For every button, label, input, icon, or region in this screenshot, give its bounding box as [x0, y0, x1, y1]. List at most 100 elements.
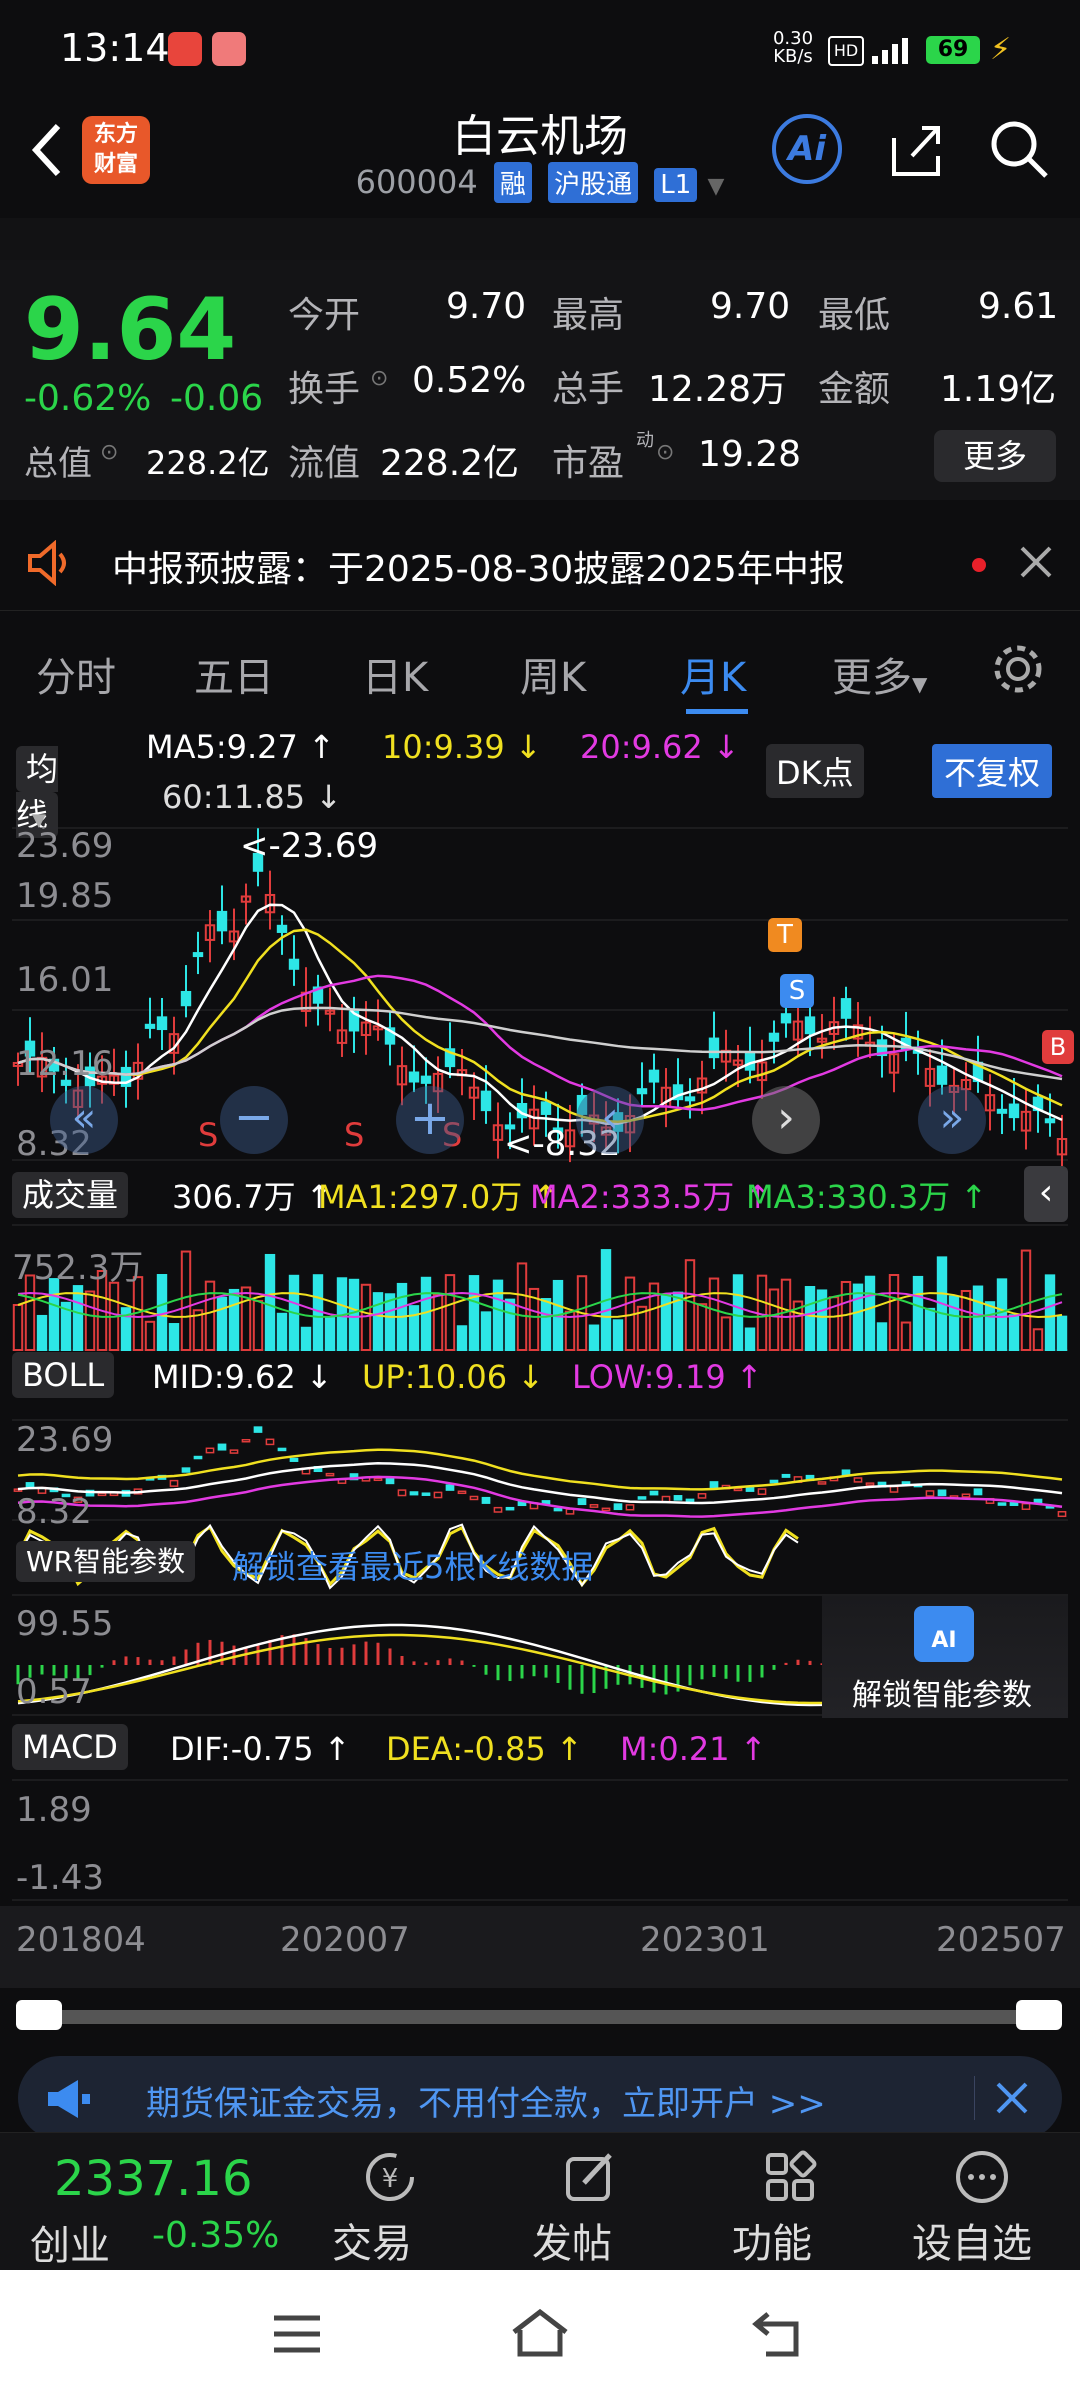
stock-code: 600004 [355, 163, 478, 201]
tab-daily-k[interactable]: 日K [362, 645, 428, 703]
next-button[interactable]: › [752, 1086, 820, 1154]
collapse-indicators-button[interactable]: ‹ [1024, 1166, 1068, 1222]
volume-bar [48, 1278, 60, 1352]
x-tick: 202301 [640, 1920, 770, 1960]
tab-weekly-k[interactable]: 周K [520, 645, 586, 703]
max-marker: <-23.69 [240, 826, 379, 866]
candle-body [420, 1075, 432, 1084]
boll-candle [769, 1479, 779, 1484]
tab-intraday[interactable]: 分时 [36, 645, 116, 703]
candle-body [648, 1069, 660, 1083]
boll-candle [757, 1488, 767, 1495]
boll-candle [445, 1484, 455, 1491]
close-icon[interactable] [992, 2078, 1032, 2118]
wr-y-min: 0.57 [16, 1672, 92, 1712]
low-label: 最低 [818, 295, 891, 336]
prev-button[interactable]: ‹ [576, 1086, 644, 1154]
signal-t-badge[interactable]: T [768, 918, 802, 952]
info-icon[interactable]: ⊙ [656, 440, 674, 465]
range-slider-track[interactable] [18, 2010, 1062, 2024]
x-tick: 201804 [16, 1920, 146, 1960]
volume-bar [924, 1307, 936, 1351]
news-banner[interactable]: 中报预披露：于2025-08-30披露2025年中报 [0, 520, 1080, 606]
candle-body [480, 1090, 492, 1112]
info-icon[interactable]: ⊙ [100, 440, 118, 465]
period-tabs: 分时 五日 日K 周K 月K 更多▼ [0, 610, 1080, 714]
volume-bar [504, 1298, 516, 1352]
tab-monthly-k[interactable]: 月K [680, 645, 746, 703]
zoom-in-button[interactable]: + [396, 1086, 464, 1154]
back-nav-icon[interactable] [752, 2310, 808, 2358]
macd-selector[interactable]: MACD [12, 1724, 128, 1770]
signal-s-badge[interactable]: S [780, 974, 814, 1008]
boll-candle [961, 1493, 971, 1498]
candle-body [804, 1016, 816, 1035]
candle-body [408, 1071, 420, 1083]
boll-candle [409, 1491, 419, 1496]
wr-selector[interactable]: WR智能参数 [16, 1540, 196, 1582]
boll-selector[interactable]: BOLL [12, 1352, 115, 1398]
add-watchlist-button[interactable]: 设自选 [910, 2143, 1060, 2267]
boll-candle [457, 1490, 467, 1495]
boll-candle [253, 1426, 263, 1433]
volume-bar [852, 1283, 864, 1352]
tag-margin: 融 [493, 162, 532, 203]
volume-selector[interactable]: 成交量 [12, 1170, 129, 1218]
change-abs: -0.06 [170, 378, 264, 419]
clock: 13:14 [60, 26, 170, 70]
share-icon[interactable] [886, 120, 946, 180]
wr-unlock-link[interactable]: 解锁查看最近5根K线数据 [232, 1542, 593, 1588]
sell-marker: S [344, 1116, 365, 1154]
boll-candle [865, 1482, 875, 1486]
post-button[interactable]: 发帖 [530, 2143, 650, 2267]
ai-button[interactable]: Ai [772, 114, 842, 184]
no-adjust-button[interactable]: 不复权 [932, 744, 1053, 798]
info-icon[interactable]: ⊙ [370, 366, 388, 391]
range-slider-right-handle[interactable] [1016, 2000, 1062, 2030]
bottom-toolbar: 2337.16 创业 -0.35% ¥ 交易 发帖 功能 设自选 [0, 2132, 1080, 2271]
pe-label: 市盈 [552, 443, 625, 484]
x-tick: 202007 [280, 1920, 410, 1960]
range-slider-left-handle[interactable] [16, 2000, 62, 2030]
scroll-left-button[interactable]: « [50, 1086, 118, 1154]
more-dots-icon [956, 2151, 1008, 2203]
menu-icon[interactable] [272, 2314, 322, 2354]
zoom-out-button[interactable]: − [220, 1086, 288, 1154]
volume-bar [228, 1288, 240, 1351]
search-icon[interactable] [988, 118, 1052, 182]
dk-point-button[interactable]: DK点 [766, 744, 864, 798]
volume-bar [324, 1317, 336, 1351]
volume-selector-label: 成交量 [12, 1172, 129, 1218]
stock-header: 东方 财富 白云机场 600004 融 沪股通 L1 ▼ Ai [0, 100, 1080, 220]
index-name[interactable]: 创业 [30, 2213, 110, 2271]
tab-more[interactable]: 更多▼ [832, 645, 927, 703]
boll-candle [817, 1481, 827, 1485]
float-value: 228.2亿 [380, 443, 520, 484]
functions-button[interactable]: 功能 [730, 2143, 850, 2267]
wr-selector-label: WR智能参数 [16, 1541, 196, 1582]
volume-bar [72, 1285, 84, 1352]
scroll-right-button[interactable]: » [918, 1086, 986, 1154]
signal-b-badge[interactable]: B [1042, 1030, 1074, 1064]
close-icon[interactable] [1016, 542, 1056, 582]
volume-bar [432, 1293, 444, 1351]
promo-banner[interactable]: 期货保证金交易，不用付全款，立即开户 >> [18, 2056, 1062, 2140]
settings-icon[interactable] [990, 641, 1046, 697]
index-value[interactable]: 2337.16 [54, 2151, 253, 2207]
volume-bar [696, 1303, 708, 1352]
boll-candle [277, 1447, 287, 1452]
tab-five-day[interactable]: 五日 [194, 645, 274, 703]
volume-y-max: 752.3万 [12, 1248, 144, 1288]
home-icon[interactable] [510, 2308, 570, 2358]
volume-bar [588, 1324, 600, 1351]
more-button[interactable]: 更多 [934, 430, 1056, 482]
boll-candle [481, 1496, 491, 1504]
candle-body [780, 1013, 792, 1024]
candle-body [768, 1032, 780, 1042]
chevron-down-icon[interactable]: ▼ [707, 174, 724, 199]
candle-body [540, 1101, 552, 1115]
boll-candle [169, 1479, 179, 1487]
boll-candle [685, 1498, 695, 1503]
trade-button[interactable]: ¥ 交易 [330, 2143, 450, 2267]
unlock-smart-params-card[interactable]: AI 解锁智能参数 [822, 1596, 1068, 1718]
